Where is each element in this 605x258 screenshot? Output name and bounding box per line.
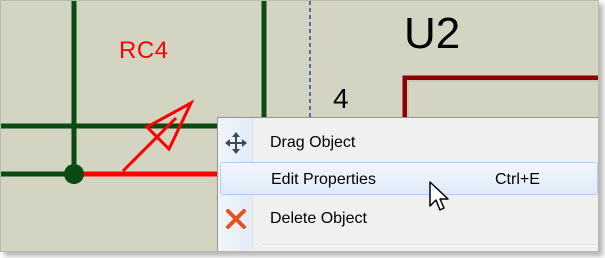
menu-item-drag-object[interactable]: Drag Object bbox=[220, 126, 598, 159]
menu-item-edit-properties[interactable]: Edit Properties Ctrl+E bbox=[220, 162, 598, 195]
menu-item-label: Delete Object bbox=[270, 210, 367, 227]
menu-item-label: Drag Object bbox=[270, 134, 356, 151]
menu-separator bbox=[262, 244, 594, 246]
menu-item-label: Edit Properties bbox=[271, 171, 376, 188]
menu-item-shortcut: Ctrl+E bbox=[495, 171, 540, 188]
junction-dot bbox=[64, 164, 84, 184]
screenshot-frame: RC4 U2 4 Drag Object Edit Properties Ctr… bbox=[0, 0, 599, 252]
part-label-u2: U2 bbox=[404, 9, 461, 58]
delete-x-icon bbox=[224, 207, 248, 231]
menu-item-delete-object[interactable]: Delete Object bbox=[220, 202, 598, 235]
pin-number: 4 bbox=[333, 83, 349, 114]
mouse-cursor-icon bbox=[429, 181, 449, 211]
move-icon bbox=[224, 131, 248, 155]
context-menu[interactable]: Drag Object Edit Properties Ctrl+E Delet… bbox=[217, 117, 598, 251]
component-label-rc4: RC4 bbox=[119, 37, 169, 64]
